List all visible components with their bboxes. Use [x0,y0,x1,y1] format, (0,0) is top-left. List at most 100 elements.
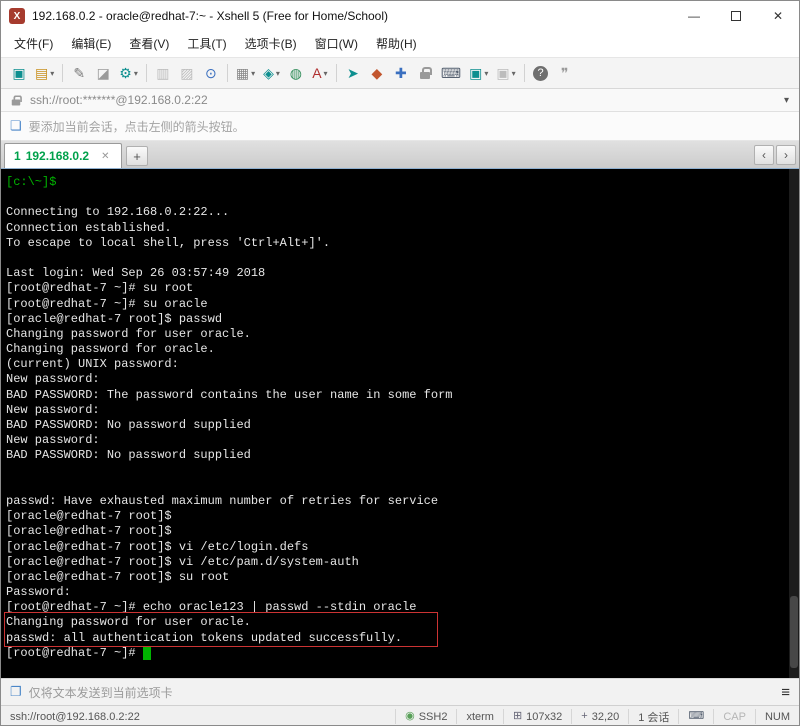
dropdown-arrow-icon: ▾ [251,69,255,78]
tab-scroll-right-button[interactable]: › [776,145,796,165]
terminal-line: [c:\~]$ [6,175,787,190]
dropdown-arrow-icon: ▾ [484,69,488,78]
send-file-icon: ➤ [347,66,359,80]
feedback-button[interactable]: ❞ [553,60,577,86]
terminal-line: Connecting to 192.168.0.2:22... [6,205,787,220]
menu-item-file[interactable]: 文件(F) [5,31,62,57]
send-text-icon[interactable]: ❐ [10,684,22,700]
new-session-icon: ▣ [12,66,25,80]
maximize-button[interactable] [715,1,757,31]
toolbar-separator [227,64,228,82]
status-virtual-keys: ⌨ [678,709,713,724]
find-button[interactable]: ⊙ [199,60,223,86]
send-bar-text: 仅将文本发送到当前选项卡 [29,684,173,701]
protocol-icon: ◉ [405,711,415,722]
marker-pen-button[interactable]: ✎ [67,60,91,86]
status-terminal-type: xterm [456,709,503,724]
toolbar: ▣▤▾✎◪⚙▾▥▨⊙▦▾◈▾◍A▾➤◆✚⌨▣▾▣▾?❞ [1,57,799,89]
tab-label: 192.168.0.2 [26,149,89,163]
toolbar-separator [62,64,63,82]
tab-close-icon[interactable]: ✕ [101,151,109,162]
terminal-line: [oracle@redhat-7 root]$ [6,509,787,524]
terminal-line: passwd: Have exhausted maximum number of… [6,494,787,509]
terminal-line: BAD PASSWORD: No password supplied [6,448,787,463]
send-bar-menu-icon[interactable]: ≡ [781,684,790,701]
find-icon: ⊙ [205,66,217,80]
status-indicators: ◉SSH2xterm⊞107x32+32,201 会话⌨CAPNUM [395,706,799,726]
maximize-icon [731,11,741,21]
address-bar[interactable]: ssh://root:*******@192.168.0.2:22 ▾ [1,89,799,112]
window-controls: — ✕ [673,1,799,31]
terminal-scrollbar[interactable] [789,169,799,678]
paste-button[interactable]: ▥ [151,60,175,86]
toolbar-separator [336,64,337,82]
open-sessions-button[interactable]: ▤▾ [31,60,58,86]
web-browser-button[interactable]: ◍ [284,60,308,86]
terminal-line: BAD PASSWORD: The password contains the … [6,388,787,403]
new-tab-button[interactable]: + [126,146,148,166]
dropdown-arrow-icon: ▾ [134,69,138,78]
close-button[interactable]: ✕ [757,1,799,31]
app-icon: X [9,8,25,24]
status-address: ssh://root@192.168.0.2:22 [10,711,140,723]
terminal-size-label: 107x32 [526,711,562,723]
file-transfer-button[interactable]: ▣▾ [492,60,519,86]
highlight-set-icon: ◆ [371,66,382,80]
status-terminal-size: ⊞107x32 [503,709,571,724]
paste-icon: ▥ [156,66,169,80]
terminal-line [6,190,787,205]
minimize-button[interactable]: — [673,1,715,31]
menu-item-tools[interactable]: 工具(T) [178,31,235,57]
highlight-set-button[interactable]: ◆ [365,60,389,86]
terminal-line: (current) UNIX password: [6,357,787,372]
xshell-window: X 192.168.0.2 - oracle@redhat-7:~ - Xshe… [0,0,800,726]
menu-item-tab[interactable]: 选项卡(B) [236,31,306,57]
terminal-line: BAD PASSWORD: No password supplied [6,418,787,433]
scrollbar-thumb[interactable] [790,596,798,668]
screen-capture-button[interactable]: ◈▾ [259,60,284,86]
session-properties-icon: ⚙ [119,66,132,80]
new-session-button[interactable]: ▣ [7,60,31,86]
fullscreen-button[interactable]: ✚ [389,60,413,86]
help-button[interactable]: ? [529,60,553,86]
feedback-icon: ❞ [561,66,569,80]
highlight-annotation [4,612,438,647]
terminal-line: [root@redhat-7 ~]# [6,646,787,661]
copy-button[interactable]: ▨ [175,60,199,86]
session-count-label: 1 会话 [638,709,669,725]
font-color-icon: A [312,66,321,80]
cursor-position-label: 32,20 [592,711,620,723]
tab-scroll-left-button[interactable]: ‹ [754,145,774,165]
print-button[interactable]: ▦▾ [232,60,259,86]
terminal-line [6,479,787,494]
num-lock-label: NUM [765,711,790,723]
title-bar[interactable]: X 192.168.0.2 - oracle@redhat-7:~ - Xshe… [1,1,799,31]
new-file-transfer-button[interactable]: ▣▾ [465,60,492,86]
info-bar: ❏ 要添加当前会话，点击左侧的箭头按钮。 [1,112,799,141]
tab-index: 1 [14,149,21,163]
new-file-transfer-icon: ▣ [469,66,482,80]
lock-screen-button[interactable] [413,60,437,86]
compose-bar-button[interactable]: ⌨ [437,60,465,86]
status-protocol: ◉ SSH2 [395,709,456,724]
address-dropdown-icon[interactable]: ▾ [784,95,789,106]
menu-item-help[interactable]: 帮助(H) [367,31,426,57]
status-session-count: 1 会话 [628,709,678,724]
terminal-line: [oracle@redhat-7 root]$ passwd [6,312,787,327]
dropdown-arrow-icon: ▾ [324,69,328,78]
terminal-line: Connection established. [6,221,787,236]
menu-item-window[interactable]: 窗口(W) [306,31,367,57]
session-tab[interactable]: 1 192.168.0.2 ✕ [4,143,122,168]
menu-item-view[interactable]: 查看(V) [120,31,178,57]
protocol-label: SSH2 [419,711,448,723]
terminal-line: New password: [6,372,787,387]
menu-item-edit[interactable]: 编辑(E) [62,31,120,57]
open-sessions-icon: ▤ [35,66,48,80]
erase-screen-button[interactable]: ◪ [91,60,115,86]
send-file-button[interactable]: ➤ [341,60,365,86]
virtual-keys-icon: ⌨ [688,711,704,722]
terminal[interactable]: [c:\~]$ Connecting to 192.168.0.2:22...C… [1,169,799,678]
help-icon: ? [533,66,548,81]
font-color-button[interactable]: A▾ [308,60,332,86]
session-properties-button[interactable]: ⚙▾ [115,60,142,86]
